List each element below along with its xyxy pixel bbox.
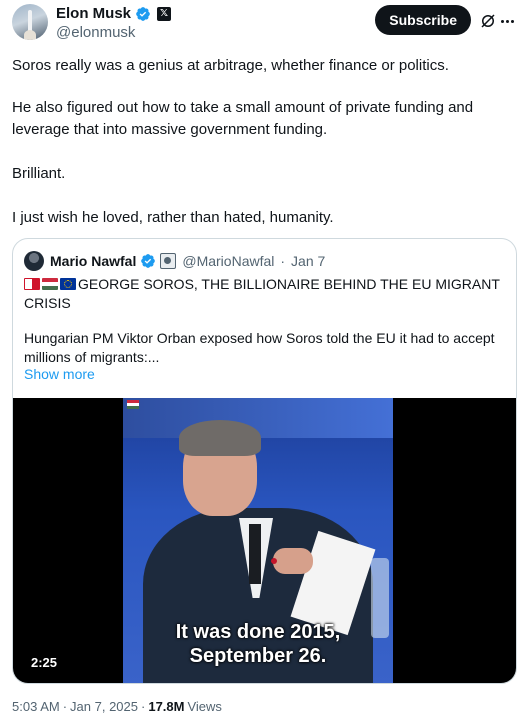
caption-line: It was done 2015,: [175, 621, 341, 643]
affiliation-badge-icon: [160, 253, 177, 269]
quoted-tweet-header: Mario Nawfal @MarioNawfal · Jan 7: [24, 251, 325, 271]
tweet-paragraph: I just wish he loved, rather than hated,…: [12, 209, 334, 226]
hungary-flag-icon: [42, 278, 58, 290]
show-more-link[interactable]: Show more: [24, 365, 95, 384]
hungary-flag-icon: [127, 400, 139, 409]
meta-separator: ·: [141, 699, 146, 714]
subscribe-button[interactable]: Subscribe: [375, 5, 471, 35]
tweet-paragraph: Brilliant.: [12, 165, 66, 182]
x-affiliation-icon: 𝕏: [157, 6, 172, 21]
quoted-headline: GEORGE SOROS, THE BILLIONAIRE BEHIND THE…: [24, 276, 500, 311]
author-name-row: Elon Musk 𝕏: [56, 5, 172, 22]
video-caption: It was done 2015, September 26.: [123, 620, 393, 668]
meta-separator: ·: [62, 699, 68, 714]
tweet-paragraph: Soros really was a genius at arbitrage, …: [12, 57, 449, 74]
speaker-tie: [249, 524, 261, 584]
tweet-date[interactable]: Jan 7, 2025: [70, 699, 138, 714]
quoted-author-name[interactable]: Mario Nawfal: [50, 253, 136, 269]
tweet-header: Elon Musk 𝕏 @elonmusk Subscribe: [12, 4, 517, 44]
video-player[interactable]: It was done 2015, September 26. 2:25: [13, 398, 516, 683]
video-duration: 2:25: [25, 653, 64, 672]
more-dot: [511, 19, 514, 23]
tweet-paragraph: He also figured out how to take a small …: [12, 99, 474, 138]
more-dot: [501, 19, 504, 23]
views-count: 17.8M: [148, 699, 185, 714]
quoted-body: Hungarian PM Viktor Orban exposed how So…: [24, 330, 495, 365]
author-handle[interactable]: @elonmusk: [56, 24, 135, 41]
views-label: Views: [187, 699, 222, 714]
quoted-separator: ·: [280, 253, 286, 269]
quoted-tweet[interactable]: Mario Nawfal @MarioNawfal · Jan 7 GEORGE…: [12, 238, 517, 684]
verified-badge-icon: [141, 254, 156, 268]
quoted-date[interactable]: Jan 7: [291, 253, 325, 269]
speaker-hair: [179, 420, 261, 456]
more-dot: [506, 19, 509, 23]
verified-badge-icon: [136, 6, 150, 21]
grok-icon[interactable]: [479, 12, 497, 30]
quoted-author-avatar[interactable]: [24, 251, 44, 271]
eu-flag-icon: [60, 278, 76, 290]
quoted-headline-line: GEORGE SOROS, THE BILLIONAIRE BEHIND THE…: [24, 275, 504, 313]
malta-flag-icon: [24, 278, 40, 290]
quoted-author-handle[interactable]: @MarioNawfal: [182, 253, 274, 269]
avatar-plume: [24, 30, 36, 40]
author-avatar[interactable]: [12, 4, 48, 40]
speaker-hand: [273, 548, 313, 574]
quoted-tweet-body: GEORGE SOROS, THE BILLIONAIRE BEHIND THE…: [24, 275, 504, 382]
author-display-name[interactable]: Elon Musk: [56, 5, 131, 22]
caption-line: September 26.: [189, 645, 327, 667]
more-options-icon[interactable]: [501, 12, 517, 30]
microphone: [271, 558, 277, 564]
tweet-meta: 5:03 AM · Jan 7, 2025 · 17.8M Views: [12, 699, 222, 714]
tweet-time[interactable]: 5:03 AM: [12, 699, 60, 714]
